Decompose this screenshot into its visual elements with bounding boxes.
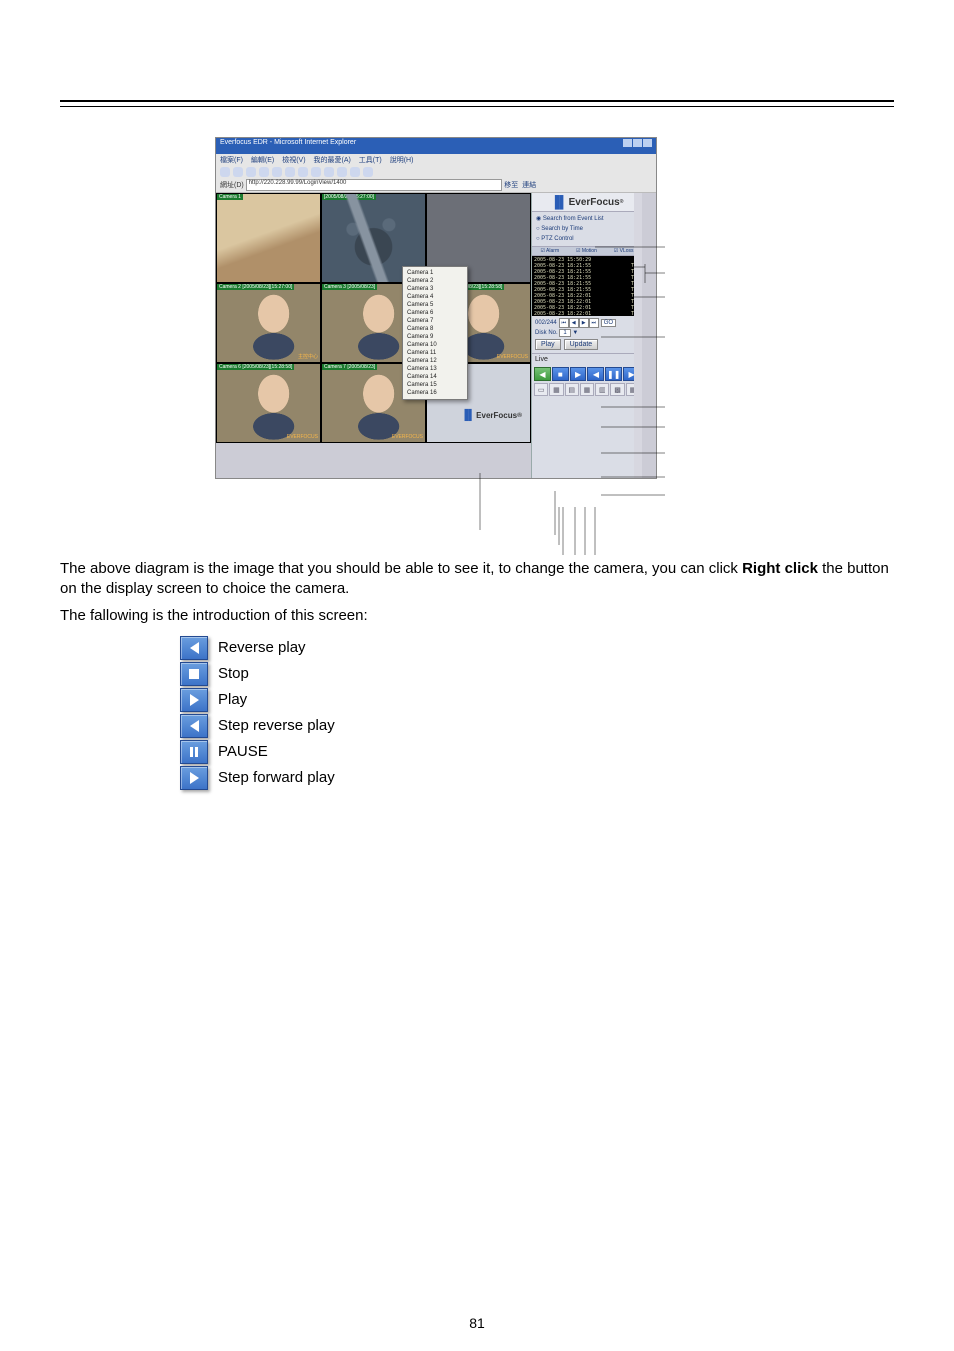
- pause-label: PAUSE: [218, 742, 268, 762]
- playback-bar: ◀ ■ ▶ ◀ ❚❚ ▶: [532, 365, 642, 383]
- ctx-menu-item[interactable]: Camera 7: [407, 317, 463, 325]
- stop-desc-icon: [180, 662, 208, 686]
- pause-icon[interactable]: ❚❚: [605, 367, 622, 381]
- ctx-menu-item[interactable]: Camera 11: [407, 349, 463, 357]
- address-input[interactable]: http://220.228.99.99/LoginView/1400: [246, 179, 503, 191]
- play-desc-icon: [180, 688, 208, 712]
- browser-menubar: 檔案(F) 編輯(E) 檢視(V) 我的最愛(A) 工具(T) 說明(H): [216, 154, 656, 166]
- camera-tile-2[interactable]: Camera 2 [2005/08/23][15:27:00] 主控中心: [216, 283, 321, 363]
- radio-event-list[interactable]: ◉ Search from Event List: [536, 214, 638, 224]
- disk-select-row: Disk No. 1 ▼: [532, 330, 642, 339]
- layout-10[interactable]: ▥: [595, 383, 609, 396]
- browser-chrome: Everfocus EDR - Microsoft Internet Explo…: [216, 138, 656, 193]
- ctx-menu-item[interactable]: Camera 13: [407, 365, 463, 373]
- ctx-menu-item[interactable]: Camera 1: [407, 269, 463, 277]
- layout-4[interactable]: ▦: [549, 383, 563, 396]
- step-rev-icon-desc: [180, 714, 208, 738]
- camera-tile-1[interactable]: Camera 1: [216, 193, 321, 283]
- stop-label: Stop: [218, 664, 249, 684]
- radio-ptz[interactable]: ○ PTZ Control: [536, 234, 638, 244]
- layout-13[interactable]: ▩: [610, 383, 624, 396]
- ctx-menu-item[interactable]: Camera 14: [407, 373, 463, 381]
- step-fwd-label: Step forward play: [218, 768, 335, 788]
- ctx-menu-item[interactable]: Camera 9: [407, 333, 463, 341]
- ctx-menu-item[interactable]: Camera 8: [407, 325, 463, 333]
- filter-alarm[interactable]: ☑ Alarm: [540, 248, 559, 254]
- pager-label: 002/244: [535, 320, 557, 326]
- camera-grid: Camera 1 [2005/08/23][15:27:00] Camera 2…: [216, 193, 531, 479]
- stop-icon[interactable]: ■: [552, 367, 569, 381]
- layout-1[interactable]: ▭: [534, 383, 548, 396]
- window-title: Everfocus EDR - Microsoft Internet Explo…: [220, 139, 356, 153]
- play-rev-icon[interactable]: ◀: [534, 367, 551, 381]
- event-pager: 002/244 ⏮◀▶⏭ GO: [532, 316, 642, 330]
- page-number: 81: [0, 1315, 954, 1331]
- pause-desc-icon: [180, 740, 208, 764]
- side-panel: ▐▌EverFocus® ◉ Search from Event List ○ …: [531, 193, 642, 479]
- ctx-menu-item[interactable]: Camera 15: [407, 381, 463, 389]
- layout-9[interactable]: ▦: [580, 383, 594, 396]
- ctx-menu-item[interactable]: Camera 5: [407, 301, 463, 309]
- step-fwd-icon-desc: [180, 766, 208, 790]
- radio-by-time[interactable]: ○ Search by Time: [536, 224, 638, 234]
- event-list[interactable]: 2005-08-23 15:50:29T62005-08-23 18:21:55…: [532, 256, 642, 316]
- filter-vloss[interactable]: ☑ VLoss: [614, 248, 634, 254]
- camera-tile-6[interactable]: Camera 6 [2005/08/23][15:28:58] EVERFOCU…: [216, 363, 321, 443]
- update-button[interactable]: Update: [564, 339, 599, 350]
- description-text: The above diagram is the image that you …: [60, 559, 894, 790]
- address-label: 網址(D): [220, 180, 244, 190]
- play-fwd-icon[interactable]: ▶: [570, 367, 587, 381]
- layout-bar: ▭ ▦ ▤ ▦ ▥ ▩ ▦: [532, 383, 642, 399]
- rev-play-label: Reverse play: [218, 638, 306, 658]
- ctx-menu-item[interactable]: Camera 12: [407, 357, 463, 365]
- step-rev-icon[interactable]: ◀: [587, 367, 604, 381]
- rev-play-icon: [180, 636, 208, 660]
- browser-toolbar: [216, 166, 656, 178]
- ctx-menu-item[interactable]: Camera 3: [407, 285, 463, 293]
- brand-logo: ▐▌EverFocus®: [532, 193, 642, 212]
- search-mode-radios: ◉ Search from Event List ○ Search by Tim…: [532, 212, 642, 246]
- ctx-menu-item[interactable]: Camera 10: [407, 341, 463, 349]
- play-button[interactable]: Play: [535, 339, 561, 350]
- pager-go[interactable]: GO: [601, 319, 616, 327]
- dvr-webclient-screenshot: Everfocus EDR - Microsoft Internet Explo…: [215, 137, 657, 479]
- ctx-menu-item[interactable]: Camera 6: [407, 309, 463, 317]
- window-buttons: [622, 139, 652, 153]
- scrollbar[interactable]: [634, 193, 642, 479]
- filter-motion[interactable]: ☑ Motion: [576, 248, 597, 254]
- layout-7[interactable]: ▤: [565, 383, 579, 396]
- brand-logo-small: ▐▌EverFocus®: [461, 410, 522, 421]
- status-label: Live: [532, 353, 642, 365]
- step-rev-label: Step reverse play: [218, 716, 335, 736]
- ctx-menu-item[interactable]: Camera 16: [407, 389, 463, 397]
- pager-buttons[interactable]: ⏮◀▶⏭: [559, 318, 599, 328]
- ctx-menu-item[interactable]: Camera 4: [407, 293, 463, 301]
- event-filters: ☑ Alarm ☑ Motion ☑ VLoss: [532, 246, 642, 256]
- camera-context-menu[interactable]: Camera 1Camera 2Camera 3Camera 4Camera 5…: [402, 266, 468, 400]
- ctx-menu-item[interactable]: Camera 2: [407, 277, 463, 285]
- disk-select[interactable]: 1: [559, 329, 570, 337]
- play-label: Play: [218, 690, 247, 710]
- address-bar: 網址(D) http://220.228.99.99/LoginView/140…: [216, 178, 656, 192]
